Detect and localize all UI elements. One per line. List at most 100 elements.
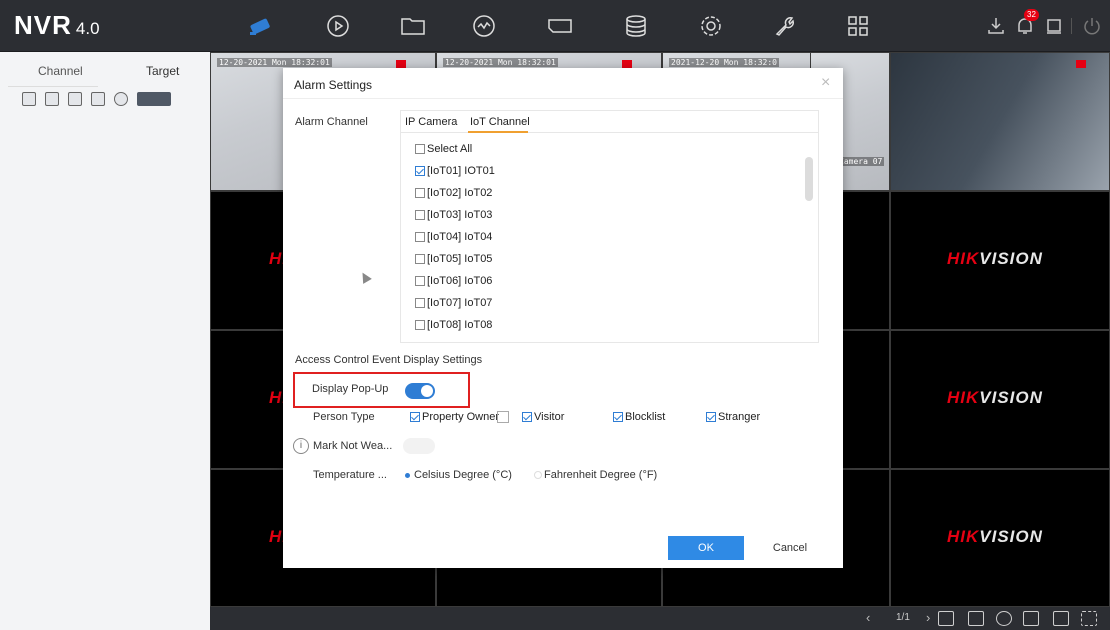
checkbox-checked[interactable]	[415, 166, 425, 176]
folder-icon[interactable]	[399, 12, 427, 40]
logo-text: NVR	[14, 10, 72, 40]
record-indicator	[1076, 60, 1086, 68]
download-icon[interactable]	[985, 15, 1007, 37]
fullscreen-icon[interactable]	[1081, 611, 1097, 626]
maintenance-icon[interactable]	[771, 12, 799, 40]
display-popup-toggle[interactable]	[405, 383, 435, 399]
face-icon[interactable]	[22, 92, 36, 106]
zoom-icon[interactable]	[1053, 611, 1069, 626]
checkbox[interactable]	[415, 232, 425, 242]
dialog-title: Alarm Settings	[294, 78, 373, 92]
gear-icon[interactable]	[114, 92, 128, 106]
channel-item[interactable]: [IoT05] IoT05	[415, 253, 492, 265]
checkbox[interactable]	[415, 254, 425, 264]
channel-label: [IoT05] IoT05	[427, 253, 493, 265]
alarm-channel-label: Alarm Channel	[295, 116, 368, 128]
storage-icon[interactable]	[622, 12, 650, 40]
body-icon[interactable]	[91, 92, 105, 106]
smart-search-icon[interactable]	[470, 12, 498, 40]
cancel-button[interactable]: Cancel	[755, 536, 825, 560]
scrollbar[interactable]	[805, 157, 813, 201]
brand-logo-red: HIK	[947, 388, 980, 407]
settings-icon[interactable]	[697, 12, 725, 40]
channel-item[interactable]: [IoT06] IoT06	[415, 275, 492, 287]
celsius-option[interactable]: Celsius Degree (°C)	[414, 469, 512, 481]
channel-list: IP Camera IoT Channel Select All [IoT01]…	[400, 110, 819, 343]
osd-camera-name: Camera 07	[837, 157, 885, 166]
brand-logo-red: HIK	[947, 527, 980, 546]
radio-selected[interactable]	[405, 473, 410, 478]
mark-not-wear-label: Mark Not Wea...	[313, 440, 393, 452]
checkbox-checked[interactable]	[410, 412, 420, 422]
edit-icon[interactable]	[497, 411, 509, 423]
camera-icon[interactable]	[247, 12, 275, 40]
brand-logo-white: VISION	[979, 388, 1043, 407]
tab-iot-channel[interactable]: IoT Channel	[470, 116, 530, 128]
checkbox-checked[interactable]	[613, 412, 623, 422]
video-cell[interactable]	[890, 52, 1110, 191]
fahrenheit-option[interactable]: Fahrenheit Degree (°F)	[544, 469, 657, 481]
checkbox[interactable]	[415, 320, 425, 330]
channel-item[interactable]: [IoT02] IoT02	[415, 187, 492, 199]
video-cell[interactable]: HIKVISION	[890, 330, 1110, 469]
video-cell[interactable]: HIKVISION	[890, 469, 1110, 607]
refresh-icon[interactable]	[996, 611, 1012, 626]
mark-not-wear-toggle[interactable]	[403, 438, 435, 454]
layout-grid-icon[interactable]	[968, 611, 984, 626]
temperature-label: Temperature ...	[313, 469, 387, 481]
title-divider	[283, 98, 843, 99]
osd-timestamp: 12-20-2021 Mon 18:32:01	[217, 58, 332, 67]
person-type-label-stranger: Stranger	[718, 411, 761, 423]
logo-version: 4.0	[75, 19, 100, 38]
vehicle-icon[interactable]	[45, 92, 59, 106]
person-type-stranger[interactable]: Stranger	[706, 411, 760, 423]
channel-label: [IoT08] IoT08	[427, 319, 493, 331]
checkbox-checked[interactable]	[706, 412, 716, 422]
brand-logo-white: VISION	[979, 527, 1043, 546]
channel-item[interactable]: [IoT03] IoT03	[415, 209, 492, 221]
brand-logo-white: VISION	[979, 249, 1043, 268]
prev-page-icon[interactable]: ‹	[866, 610, 870, 625]
person-type-visitor[interactable]: Visitor	[522, 411, 564, 423]
checkbox[interactable]	[415, 298, 425, 308]
checkbox[interactable]	[415, 210, 425, 220]
person-icon[interactable]	[68, 92, 82, 106]
alarm-icon[interactable]	[1043, 15, 1065, 37]
channel-item[interactable]: [IoT04] IoT04	[415, 231, 492, 243]
ok-button[interactable]: OK	[668, 536, 744, 560]
channel-label: [IoT07] IoT07	[427, 297, 493, 309]
tab-channel[interactable]: Channel	[38, 64, 83, 78]
left-panel: Channel Target	[0, 52, 210, 630]
next-page-icon[interactable]: ›	[926, 610, 930, 625]
channel-item[interactable]: [IoT08] IoT08	[415, 319, 492, 331]
osd-timestamp: 12-20-2021 Mon 18:32:01	[443, 58, 558, 67]
checkbox-checked[interactable]	[522, 412, 532, 422]
select-all-checkbox[interactable]: Select All	[415, 143, 472, 155]
person-type-owner[interactable]: Property Owner	[410, 411, 499, 423]
notification-badge: 32	[1024, 9, 1039, 21]
tab-ip-camera[interactable]: IP Camera	[405, 116, 457, 128]
channel-tabs: IP Camera IoT Channel	[401, 111, 818, 133]
power-icon[interactable]	[1081, 15, 1103, 37]
person-type-blocklist[interactable]: Blocklist	[613, 411, 665, 423]
channel-item[interactable]: [IoT01] IOT01	[415, 165, 495, 177]
screen-icon[interactable]	[938, 611, 954, 626]
channel-item[interactable]: [IoT07] IoT07	[415, 297, 492, 309]
event-toggle-icon[interactable]	[137, 92, 171, 106]
close-icon[interactable]: ×	[821, 75, 830, 91]
checkbox[interactable]	[415, 144, 425, 154]
checkbox[interactable]	[415, 188, 425, 198]
tab-target[interactable]: Target	[146, 64, 179, 78]
info-icon[interactable]: i	[293, 438, 309, 454]
playback-icon[interactable]	[324, 12, 352, 40]
checkbox[interactable]	[415, 276, 425, 286]
camera-group-icon[interactable]	[1023, 611, 1039, 626]
section-title: Access Control Event Display Settings	[295, 354, 483, 366]
grid-icon[interactable]	[844, 12, 872, 40]
tag-icon[interactable]	[546, 12, 574, 40]
tab-divider	[8, 86, 98, 87]
video-cell[interactable]: HIKVISION	[890, 191, 1110, 330]
alarm-settings-dialog: Alarm Settings × Alarm Channel IP Camera…	[283, 68, 843, 568]
radio-unselected[interactable]	[534, 471, 542, 479]
channel-label: [IoT06] IoT06	[427, 275, 493, 287]
